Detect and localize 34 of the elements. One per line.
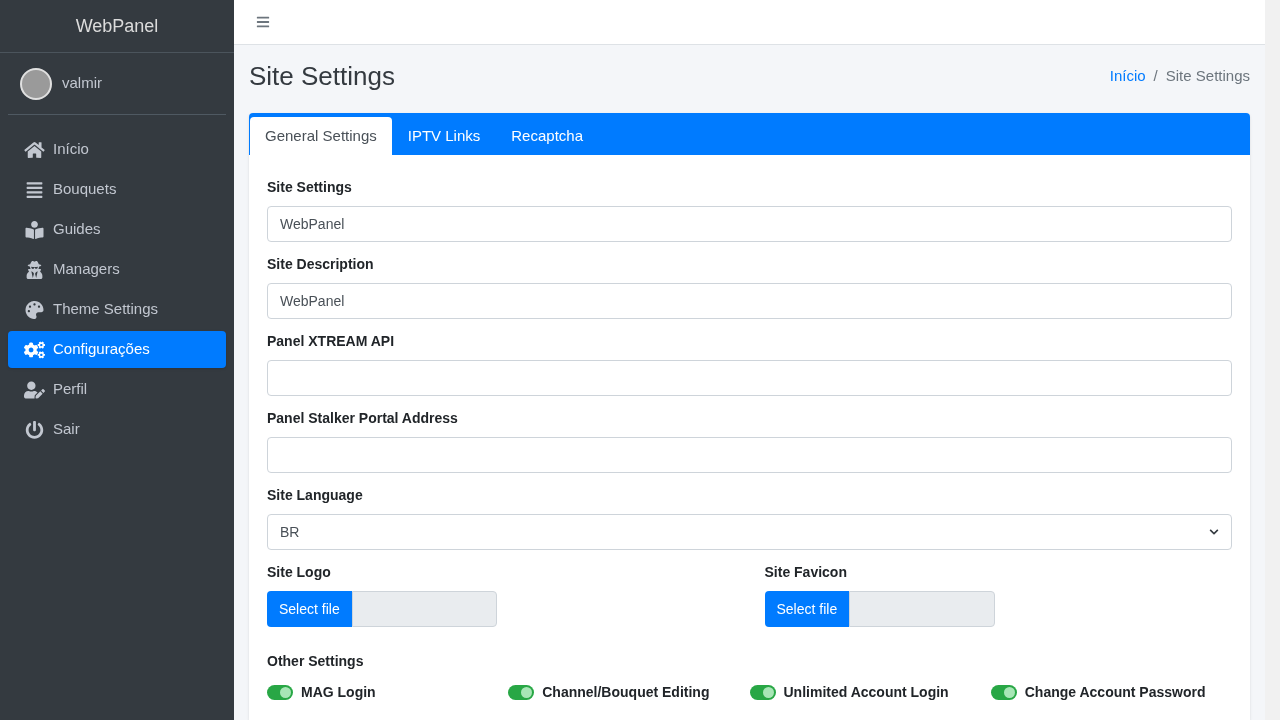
toggle-label: MAG Login [301, 683, 376, 702]
brand-title: WebPanel [75, 14, 159, 38]
field-label: Site Description [267, 255, 375, 274]
breadcrumb-link[interactable]: Início [1109, 64, 1146, 88]
toggle-label: Change Account Password [1024, 683, 1206, 702]
select-file-button[interactable]: Select file [764, 591, 850, 627]
input-field[interactable]: WebPanel [267, 206, 1232, 242]
sidebar-item[interactable]: Managers [8, 251, 226, 288]
field-label: Site Language [267, 486, 364, 505]
sidebar-item[interactable]: Início [8, 131, 226, 168]
tab[interactable]: General Settings [250, 117, 392, 155]
toggle-label: Channel/Bouquet Editing [542, 683, 710, 702]
page-title: Site Settings [249, 59, 395, 93]
field-label: Panel Stalker Portal Address [267, 409, 459, 428]
section-label: Other Settings [267, 652, 365, 671]
field-label: Panel XTREAM API [267, 332, 396, 351]
sidebar-item[interactable]: Configurações [8, 331, 226, 368]
toggle-label: Unlimited Account Login [783, 683, 949, 702]
sidebar-item[interactable]: Bouquets [8, 171, 226, 208]
select-field[interactable]: BR [267, 514, 1232, 550]
select-file-button[interactable]: Select file [267, 591, 352, 627]
sidebar-item[interactable]: Perfil [8, 371, 226, 408]
user-name[interactable]: valmir [62, 72, 102, 95]
input-field[interactable]: WebPanel [267, 283, 1232, 319]
sidebar-item[interactable]: Guides [8, 211, 226, 248]
field-label: Site Favicon [764, 563, 848, 582]
tab[interactable]: Recaptcha [496, 117, 598, 155]
breadcrumb-separator: / [1153, 65, 1158, 86]
sidebar-item[interactable]: Sair [8, 411, 226, 448]
breadcrumb-current: Site Settings [1165, 65, 1250, 86]
sidebar-item[interactable]: Theme Settings [8, 291, 226, 328]
tab[interactable]: IPTV Links [392, 117, 496, 155]
field-label: Site Settings [267, 178, 353, 197]
field-label: Site Logo [267, 563, 332, 582]
